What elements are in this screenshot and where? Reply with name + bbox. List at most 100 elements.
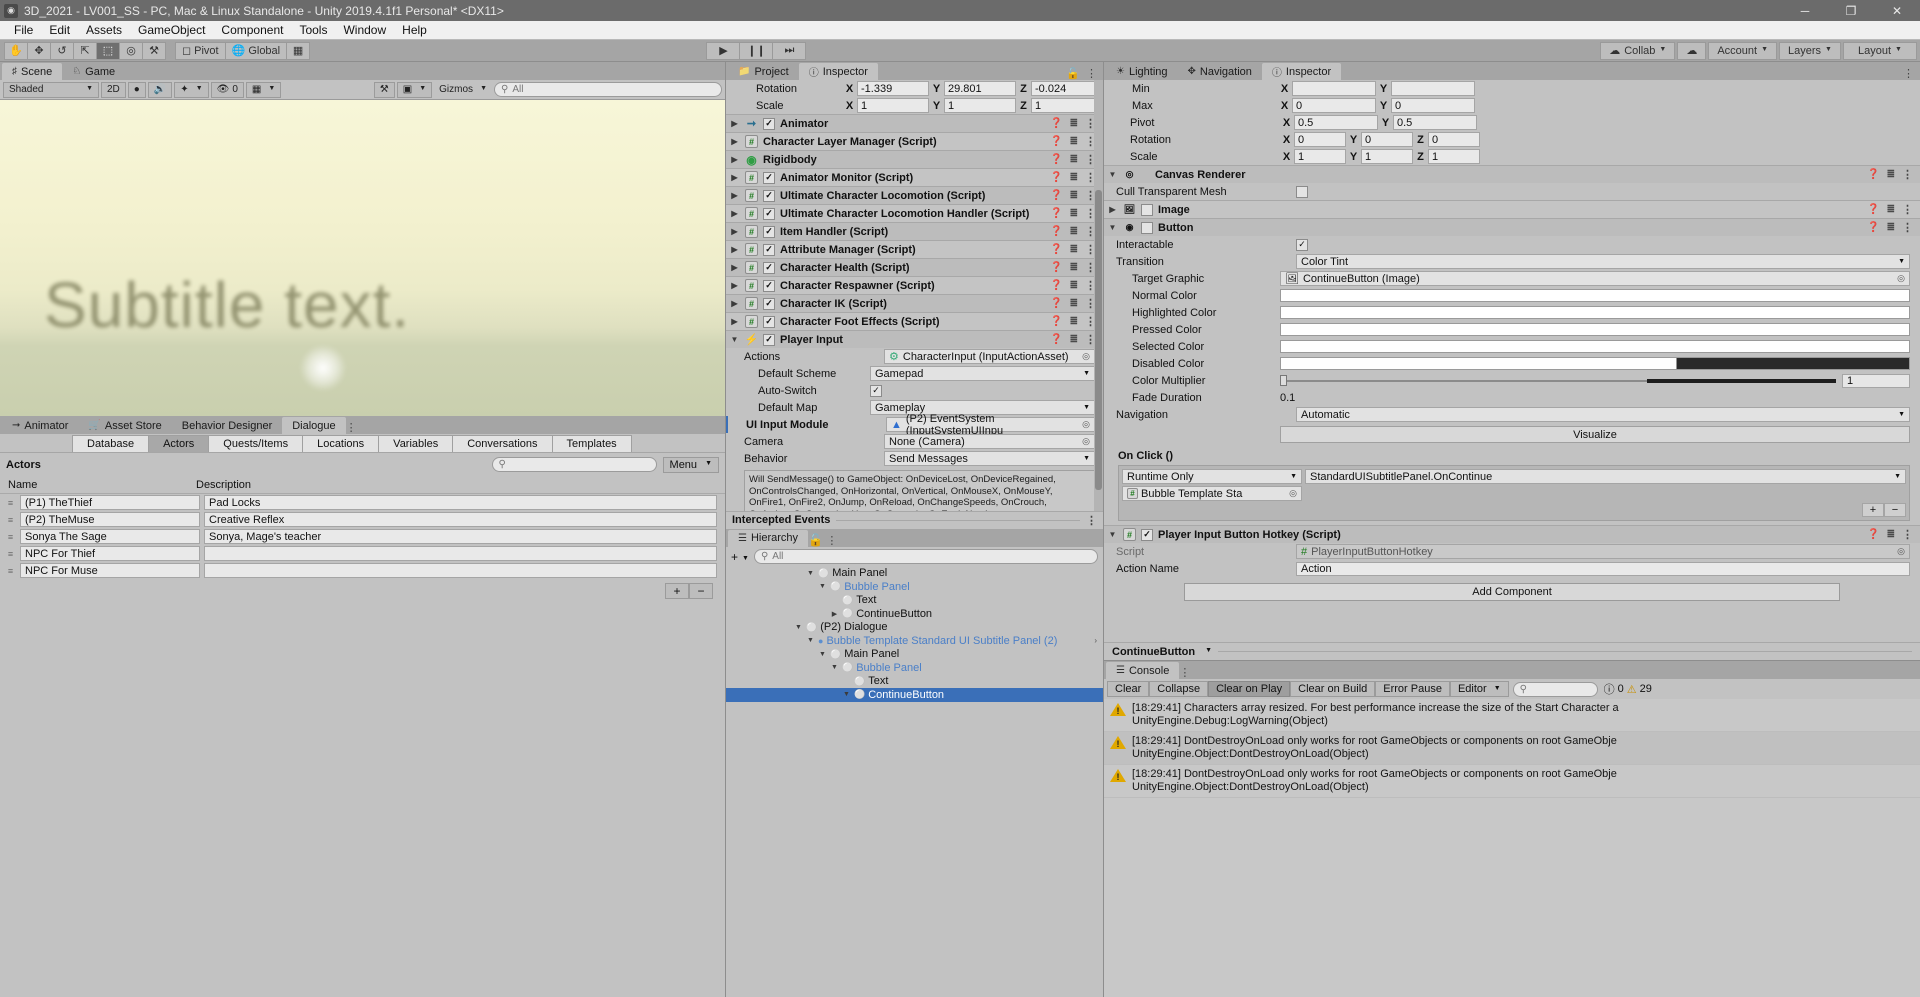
scale-x-input[interactable]: 1 <box>1294 149 1346 164</box>
chevron-down-icon[interactable]: ▼ <box>1205 647 1212 654</box>
component-enabled-checkbox[interactable]: ✓ <box>1141 528 1153 541</box>
rotate-tool-icon[interactable]: ↺ <box>50 41 74 60</box>
expand-arrow-icon[interactable]: ▼ <box>842 691 851 698</box>
lighting-toggle-icon[interactable]: ● <box>127 81 146 98</box>
preset-icon[interactable]: ≣ <box>1070 226 1078 237</box>
cull-transparent-mesh-checkbox[interactable] <box>1296 185 1308 198</box>
list-item[interactable]: ▼ ⚪ ContinueButton <box>726 688 1103 702</box>
tab-animator[interactable]: ➞ Animator <box>2 417 78 434</box>
normal-color-swatch[interactable] <box>1280 289 1910 302</box>
foldout-arrow-icon[interactable]: ▶ <box>729 317 740 326</box>
add-component-button[interactable]: Add Component <box>1184 583 1840 601</box>
max-x-input[interactable]: 0 <box>1292 98 1376 113</box>
table-row[interactable]: ≡ Sonya The Sage Sonya, Mage's teacher <box>0 528 725 545</box>
step-button[interactable]: ⏭ <box>772 41 807 60</box>
component-header-animator[interactable]: ▶ ➞ ✓ Animator ❓ ≣ ⋮ <box>726 114 1103 132</box>
help-icon[interactable]: ❓ <box>1050 334 1062 345</box>
hierarchy-add-button[interactable]: + ▼ <box>731 550 749 564</box>
component-enabled-checkbox[interactable]: ✓ <box>763 279 775 292</box>
preset-icon[interactable]: ≣ <box>1887 222 1895 233</box>
component-header-animator-monitor[interactable]: ▶ # ✓ Animator Monitor (Script) ❓ ≣ ⋮ <box>726 168 1103 186</box>
play-button[interactable]: ▶ <box>706 41 741 60</box>
drag-handle-icon[interactable]: ≡ <box>4 498 16 508</box>
expand-arrow-icon[interactable]: ▼ <box>818 583 827 590</box>
add-event-button[interactable]: + <box>1862 503 1884 517</box>
remove-actor-button[interactable]: − <box>689 583 713 599</box>
tab-scene[interactable]: ♯ Scene <box>2 63 63 80</box>
camera-settings-icon[interactable]: ▣ ▼ <box>396 81 433 98</box>
preset-icon[interactable]: ≣ <box>1887 529 1895 540</box>
actor-name-field[interactable]: NPC For Thief <box>20 546 200 561</box>
pivot-x-input[interactable]: 0.5 <box>1294 115 1378 130</box>
component-enabled-checkbox[interactable]: ✓ <box>763 171 775 184</box>
rotation-z-input[interactable]: -0.024 <box>1031 81 1103 96</box>
list-item[interactable]: ▼ ● Bubble Template Standard UI Subtitle… <box>726 634 1103 648</box>
component-header-character-ik[interactable]: ▶ # ✓ Character IK (Script) ❓ ≣ ⋮ <box>726 294 1103 312</box>
list-item[interactable]: [18:29:41] Characters array resized. For… <box>1104 699 1920 732</box>
editor-dropdown-button[interactable]: Editor ▼ <box>1449 681 1509 697</box>
help-icon[interactable]: ❓ <box>1050 262 1062 273</box>
preset-icon[interactable]: ≣ <box>1070 334 1078 345</box>
max-y-input[interactable]: 0 <box>1391 98 1475 113</box>
pressed-color-swatch[interactable] <box>1280 323 1910 336</box>
object-picker-icon[interactable]: ◎ <box>1082 419 1090 430</box>
help-icon[interactable]: ❓ <box>1050 226 1062 237</box>
preset-icon[interactable]: ≣ <box>1070 280 1078 291</box>
scale-z-input[interactable]: 1 <box>1031 98 1103 113</box>
lock-icon[interactable]: 🔓 <box>1066 67 1080 80</box>
fx-dropdown-icon[interactable]: ✦ ▼ <box>174 81 209 98</box>
component-enabled-checkbox[interactable] <box>1141 203 1153 216</box>
help-icon[interactable]: ❓ <box>1867 529 1879 540</box>
table-row[interactable]: ≡ (P2) TheMuse Creative Reflex <box>0 511 725 528</box>
object-picker-icon[interactable]: ◎ <box>1082 351 1090 362</box>
component-menu-icon[interactable]: ⋮ <box>1902 528 1913 541</box>
rotation-x-input[interactable]: -1.339 <box>857 81 929 96</box>
move-tool-icon[interactable]: ✥ <box>27 41 51 60</box>
add-actor-button[interactable]: + <box>665 583 689 599</box>
foldout-arrow-icon[interactable]: ▶ <box>729 299 740 308</box>
table-row[interactable]: ≡ NPC For Muse <box>0 562 725 579</box>
rot-z-input[interactable]: 0 <box>1428 132 1480 147</box>
console-search-input[interactable]: ⚲ <box>1512 681 1598 697</box>
preset-icon[interactable]: ≣ <box>1070 118 1078 129</box>
preset-icon[interactable]: ≣ <box>1070 172 1078 183</box>
preset-icon[interactable]: ≣ <box>1070 298 1078 309</box>
tab-inspector-right[interactable]: ⓘ Inspector <box>1261 63 1342 80</box>
default-scheme-dropdown[interactable]: Gamepad ▼ <box>870 366 1095 381</box>
component-header-ultimate-character-locomotion[interactable]: ▶ # ✓ Ultimate Character Locomotion (Scr… <box>726 186 1103 204</box>
actors-search-input[interactable]: ⚲ <box>491 457 657 472</box>
component-header-button[interactable]: ▼ ◉ Button ❓ ≣ ⋮ <box>1104 218 1920 236</box>
grid-snap-icon[interactable]: ▦ <box>286 41 311 60</box>
actor-name-field[interactable]: NPC For Muse <box>20 563 200 578</box>
rot-y-input[interactable]: 0 <box>1361 132 1413 147</box>
layers-button[interactable]: Layers ▼ <box>1779 41 1841 60</box>
subtab-templates[interactable]: Templates <box>551 434 632 452</box>
component-header-player-input-button-hotkey[interactable]: ▼ # ✓ Player Input Button Hotkey (Script… <box>1104 525 1920 543</box>
component-menu-icon[interactable]: ⋮ <box>1902 221 1913 234</box>
component-enabled-checkbox[interactable]: ✓ <box>763 189 775 202</box>
tab-project[interactable]: 📁 Project <box>728 63 799 80</box>
list-item[interactable]: [18:29:41] DontDestroyOnLoad only works … <box>1104 732 1920 765</box>
foldout-arrow-icon[interactable]: ▶ <box>729 119 740 128</box>
remove-event-button[interactable]: − <box>1884 503 1906 517</box>
component-header-attribute-manager[interactable]: ▶ # ✓ Attribute Manager (Script) ❓ ≣ ⋮ <box>726 240 1103 258</box>
foldout-arrow-icon[interactable]: ▼ <box>729 335 740 344</box>
scale-tool-icon[interactable]: ⇱ <box>73 41 97 60</box>
preset-icon[interactable]: ≣ <box>1887 204 1895 215</box>
breadcrumb-label[interactable]: ContinueButton <box>1112 646 1195 658</box>
expand-arrow-icon[interactable]: ▼ <box>806 637 815 644</box>
camera-object-field[interactable]: None (Camera) ◎ <box>884 434 1095 449</box>
actor-description-field[interactable]: Creative Reflex <box>204 512 717 527</box>
component-enabled-checkbox[interactable]: ✓ <box>763 207 775 220</box>
collapse-button[interactable]: Collapse <box>1149 681 1209 697</box>
component-header-character-respawner[interactable]: ▶ # ✓ Character Respawner (Script) ❓ ≣ ⋮ <box>726 276 1103 294</box>
min-x-input[interactable] <box>1292 81 1376 96</box>
menu-item-file[interactable]: File <box>6 21 41 40</box>
clear-on-play-button[interactable]: Clear on Play <box>1208 681 1291 697</box>
hierarchy-search-input[interactable]: ⚲ All <box>753 549 1098 564</box>
list-item[interactable]: ▼ ⚪ Main Panel <box>726 567 1103 581</box>
preset-icon[interactable]: ≣ <box>1070 190 1078 201</box>
preset-icon[interactable]: ≣ <box>1070 262 1078 273</box>
layout-button[interactable]: Layout ▼ <box>1842 41 1917 60</box>
clear-on-build-button[interactable]: Clear on Build <box>1290 681 1376 697</box>
